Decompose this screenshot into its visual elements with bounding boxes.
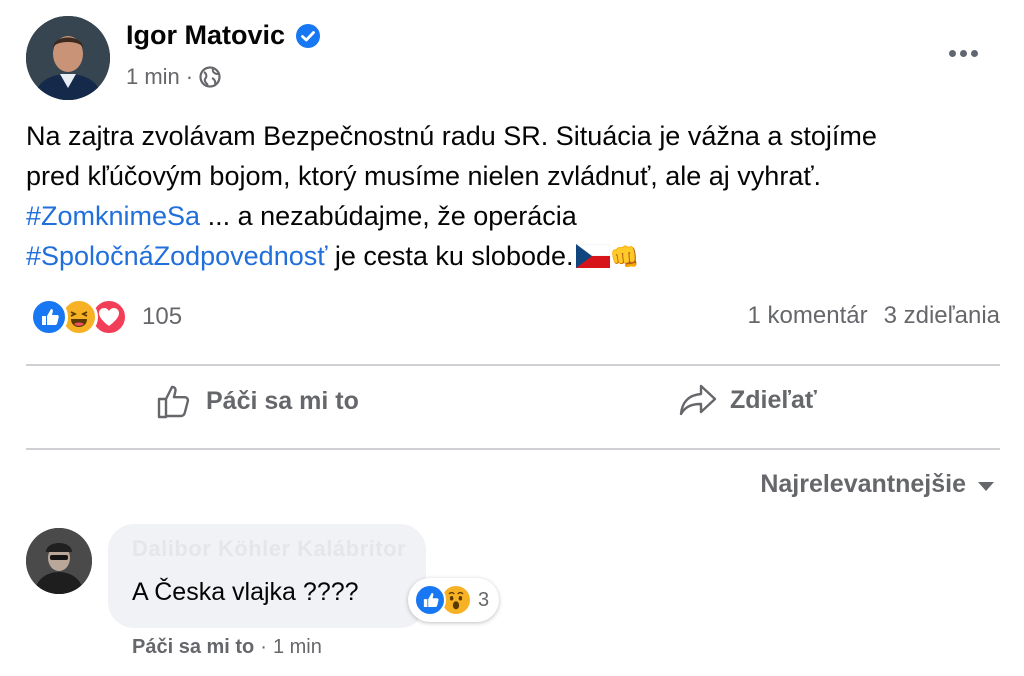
hashtag-link[interactable]: #SpoločnáZodpovednosť — [26, 241, 327, 271]
verified-badge-icon — [295, 23, 321, 49]
like-icon — [30, 298, 68, 336]
meta-separator: · — [185, 64, 194, 89]
comment-like-link[interactable]: Páči sa mi to — [132, 636, 254, 659]
commenter-avatar[interactable] — [26, 528, 92, 594]
author-avatar[interactable] — [26, 16, 110, 100]
czech-flag-icon — [575, 239, 610, 268]
author-name-row: Igor Matovic — [126, 20, 321, 51]
comment-actions: Páči sa mi to · 1 min — [132, 636, 322, 659]
like-button[interactable]: Páči sa mi to — [156, 382, 359, 420]
divider — [26, 364, 1000, 366]
post-stats: 1 komentár 3 zdieľania — [748, 302, 1000, 330]
post-time[interactable]: 1 min — [126, 64, 180, 90]
caret-down-icon — [978, 482, 994, 491]
author-name[interactable]: Igor Matovic — [126, 20, 285, 51]
comments-sort-dropdown[interactable]: Najrelevantnejšie — [760, 470, 994, 499]
comment-bubble: Dalibor Köhler Kalábritor A Česka vlajka… — [108, 524, 426, 628]
post-meta: 1 min · — [126, 64, 221, 90]
comment-actions-separator: · — [260, 636, 267, 658]
post-text-line-1: Na zajtra zvolávam Bezpečnostnú radu SR.… — [26, 121, 877, 151]
globe-icon[interactable] — [199, 66, 221, 88]
comment-reactions[interactable]: 3 — [408, 578, 500, 622]
share-arrow-icon — [679, 384, 717, 416]
commenter-name[interactable]: Dalibor Köhler Kalábritor — [132, 536, 406, 562]
post-text-line-4: #SpoločnáZodpovednosť je cesta ku slobod… — [26, 236, 1006, 278]
like-button-label: Páči sa mi to — [206, 386, 359, 415]
post-text-line-3: #ZomknimeSa ... a nezabúdajme, že operác… — [26, 196, 1006, 236]
comment-reaction-count: 3 — [478, 588, 490, 611]
comment-text: A Česka vlajka ???? — [132, 578, 359, 606]
post-text-line-2: pred kľúčovým bojom, ktorý musíme nielen… — [26, 161, 821, 191]
reaction-count: 105 — [142, 303, 183, 330]
share-button-label: Zdieľať — [730, 385, 817, 414]
post-text-fragment: je cesta ku slobode. — [327, 241, 574, 271]
post-text: Na zajtra zvolávam Bezpečnostnú radu SR.… — [26, 116, 1006, 278]
fist-emoji-icon: 👊 — [609, 244, 640, 271]
reactions-summary[interactable]: 105 — [30, 298, 182, 336]
divider — [26, 448, 1000, 450]
comment-time[interactable]: 1 min — [273, 636, 322, 659]
share-button[interactable]: Zdieľať — [678, 382, 817, 418]
like-icon — [414, 584, 446, 616]
facebook-post: Igor Matovic 1 min · Na zajtra zvolávam … — [0, 0, 1024, 676]
shares-count-link[interactable]: 3 zdieľania — [884, 302, 1000, 330]
more-options-icon[interactable] — [940, 38, 986, 68]
thumbs-up-icon — [157, 385, 190, 419]
hashtag-link[interactable]: #ZomknimeSa — [26, 201, 200, 231]
post-text-fragment: ... a nezabúdajme, že operácia — [200, 201, 577, 231]
sort-label: Najrelevantnejšie — [760, 470, 966, 498]
comments-count-link[interactable]: 1 komentár — [748, 302, 868, 330]
